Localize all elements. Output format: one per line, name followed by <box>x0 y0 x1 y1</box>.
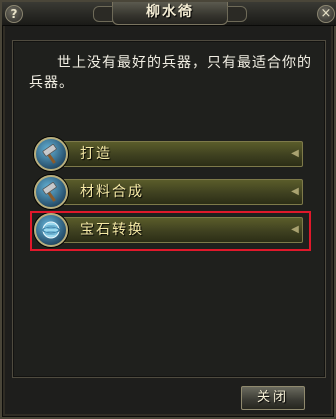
npc-description-text: 世上没有最好的兵器，只有最适合你的兵器。 <box>29 55 312 91</box>
title-bar[interactable]: ? 柳水徛 × <box>2 2 336 26</box>
help-button[interactable]: ? <box>5 5 23 23</box>
window-title: 柳水徛 <box>93 2 247 25</box>
option-label: 打造 <box>80 146 112 162</box>
npc-dialog-window: ? 柳水徛 × 世上没有最好的兵器，只有最适合你的兵器。 打造 ◀ 材料合成 ◀… <box>0 0 336 419</box>
hammer-icon <box>34 137 68 171</box>
option-forge[interactable]: 打造 ◀ <box>34 137 303 171</box>
window-close-button[interactable]: × <box>317 5 335 23</box>
dialog-content-panel: 世上没有最好的兵器，只有最适合你的兵器。 打造 ◀ 材料合成 ◀ 宝石转换 ◀ <box>12 40 326 378</box>
option-label: 材料合成 <box>80 184 144 200</box>
hammer-icon <box>34 175 68 209</box>
close-icon: × <box>320 6 332 21</box>
option-material-synthesis[interactable]: 材料合成 ◀ <box>34 175 303 209</box>
help-icon: ? <box>10 7 18 21</box>
scroll-end-icon: ◀ <box>291 186 299 197</box>
close-button[interactable]: 关闭 <box>241 386 305 410</box>
scroll-end-icon: ◀ <box>291 148 299 159</box>
selection-highlight <box>30 211 311 251</box>
